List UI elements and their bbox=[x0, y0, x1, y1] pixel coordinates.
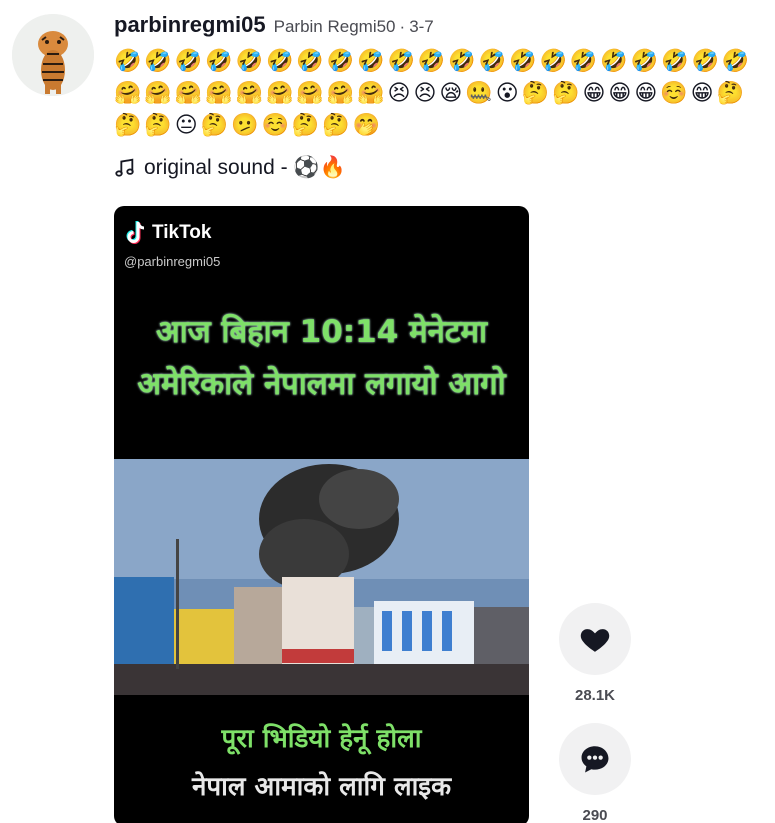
tiger-avatar-image bbox=[12, 14, 94, 96]
heart-icon bbox=[580, 629, 610, 652]
separator-dot: · bbox=[399, 17, 406, 36]
post-date: 3-7 bbox=[409, 17, 434, 36]
like-button[interactable] bbox=[559, 603, 631, 675]
comment-count: 290 bbox=[582, 807, 608, 823]
video-watermark-handle: @parbinregmi05 bbox=[124, 254, 221, 269]
author-nickname[interactable]: Parbin Regmi50 bbox=[274, 17, 396, 37]
like-count: 28.1K bbox=[574, 687, 616, 704]
author-row: parbinregmi05 Parbin Regmi50 · 3-7 bbox=[114, 12, 775, 38]
tiktok-logo-icon bbox=[124, 220, 148, 246]
post-caption: 🤣🤣🤣🤣🤣🤣🤣🤣🤣🤣🤣🤣🤣🤣🤣🤣🤣🤣🤣🤣🤣🤗🤗🤗🤗🤗🤗🤗🤗🤗😣😣😪🤐😮🤔🤔😁😁😁… bbox=[114, 49, 753, 138]
comment-action: 290 bbox=[559, 723, 631, 823]
video-overlay-line2: नेपाल आमाको लागि लाइक bbox=[191, 772, 452, 802]
tiktok-wordmark: TikTok bbox=[152, 222, 212, 243]
video-headline-text: आज बिहान 10:14 मेनेटमा अमेरिकाले नेपालमा… bbox=[137, 314, 506, 402]
author-avatar[interactable] bbox=[12, 14, 94, 96]
post-header: parbinregmi05 Parbin Regmi50 · 3-7 🤣🤣🤣🤣🤣… bbox=[114, 12, 775, 142]
music-link[interactable]: original sound - ⚽🔥 bbox=[114, 156, 346, 180]
music-title: original sound - ⚽🔥 bbox=[144, 156, 346, 179]
music-note-icon bbox=[114, 157, 136, 179]
comment-button[interactable] bbox=[559, 723, 631, 795]
like-action: 28.1K bbox=[559, 603, 631, 704]
tiktok-watermark: TikTok bbox=[124, 220, 211, 246]
video-frame-scene bbox=[114, 459, 529, 695]
comment-bubble-icon bbox=[581, 746, 609, 773]
video-player[interactable]: TikTok @parbinregmi05 आज बिहान 10:14 मेन… bbox=[114, 206, 529, 823]
author-username[interactable]: parbinregmi05 bbox=[114, 12, 266, 38]
video-overlay-line1: पूरा भिडियो हेर्नू होला bbox=[221, 724, 422, 754]
